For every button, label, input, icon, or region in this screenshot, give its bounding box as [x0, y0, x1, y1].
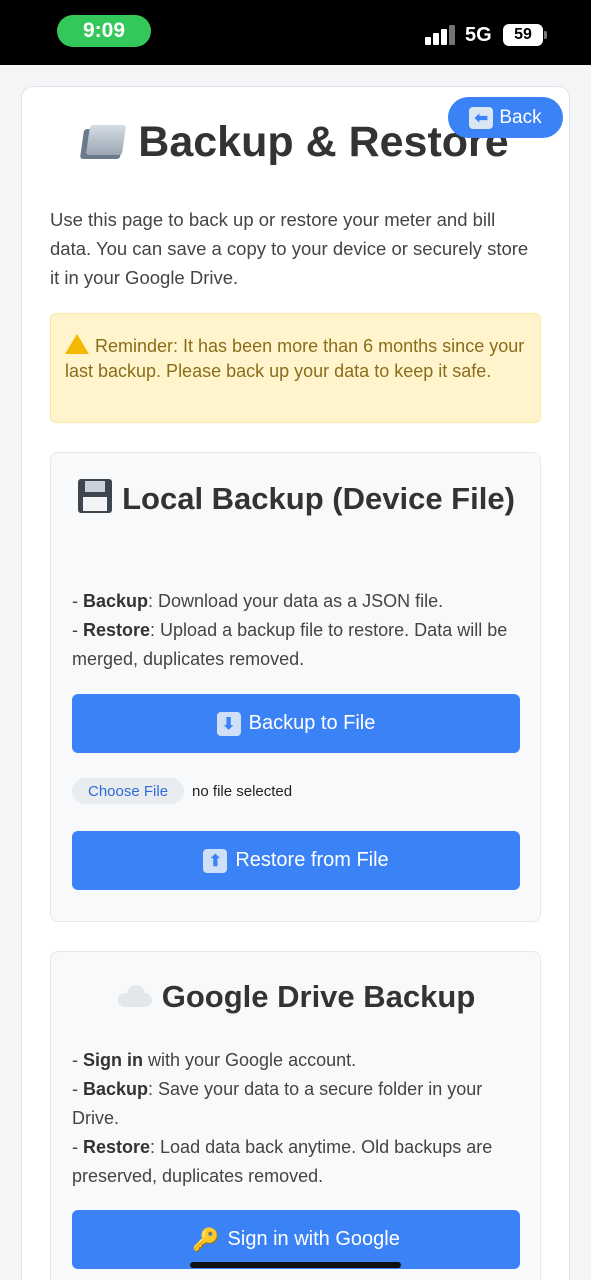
home-indicator[interactable] — [190, 1262, 401, 1268]
sign-in-google-label: Sign in with Google — [227, 1228, 400, 1250]
list-item-bold: Backup — [83, 1079, 149, 1099]
list-item: - Backup: Save your data to a secure fol… — [72, 1079, 483, 1128]
reminder-banner: Reminder: It has been more than 6 months… — [50, 313, 541, 423]
back-button[interactable]: ⬅ Back — [448, 97, 563, 138]
signal-icon — [425, 25, 457, 45]
restore-from-file-label: Restore from File — [235, 849, 389, 871]
list-item: - Backup: Download your data as a JSON f… — [72, 591, 444, 611]
reminder-text: Reminder: It has been more than 6 months… — [65, 336, 525, 381]
list-item-bold: Restore — [83, 1137, 151, 1157]
list-item: - Restore: Upload a backup file to resto… — [72, 620, 508, 669]
battery-tip — [544, 31, 547, 39]
clock-pill[interactable]: 9:09 — [57, 15, 151, 47]
list-item-bold: Sign in — [83, 1050, 143, 1070]
battery-icon: 59 — [503, 24, 543, 46]
list-item: - Sign in with your Google account. — [72, 1050, 357, 1070]
battery-level: 59 — [514, 26, 532, 43]
list-item-text: with your Google account. — [143, 1050, 357, 1070]
list-item-text: : Download your data as a JSON file. — [148, 591, 444, 611]
restore-from-file-button[interactable]: ⬆ Restore from File — [72, 831, 520, 890]
download-arrow-icon: ⬇ — [216, 711, 241, 736]
back-arrow-icon: ⬅ — [469, 106, 494, 129]
google-drive-title-text: Google Drive Backup — [161, 979, 476, 1014]
back-button-label: Back — [499, 106, 542, 128]
backup-to-file-button[interactable]: ⬇ Backup to File — [72, 694, 520, 753]
google-drive-section: Google Drive Backup - Sign in with your … — [50, 951, 541, 1280]
google-drive-title: Google Drive Backup — [71, 975, 522, 1019]
local-backup-title: Local Backup (Device File) — [71, 477, 522, 521]
local-backup-description: - Backup: Download your data as a JSON f… — [72, 587, 527, 674]
status-bar: 9:09 5G 59 — [0, 0, 591, 65]
intro-text: Use this page to back up or restore your… — [50, 209, 529, 288]
file-status: no file selected — [192, 782, 293, 800]
folder-icon — [82, 125, 126, 161]
clock-time: 9:09 — [82, 19, 126, 42]
warning-icon — [65, 334, 89, 354]
list-item-bold: Backup — [83, 591, 149, 611]
google-drive-description: - Sign in with your Google account. - Ba… — [72, 1046, 527, 1191]
list-item-bold: Restore — [83, 620, 151, 640]
key-icon: 🔑 — [192, 1226, 220, 1252]
network-type: 5G — [465, 24, 492, 46]
sign-in-google-button[interactable]: 🔑 Sign in with Google — [72, 1210, 520, 1269]
upload-arrow-icon: ⬆ — [203, 848, 228, 873]
list-item: - Restore: Load data back anytime. Old b… — [72, 1137, 493, 1186]
local-backup-section: Local Backup (Device File) - Backup: Dow… — [50, 452, 541, 922]
local-backup-title-text: Local Backup (Device File) — [122, 481, 515, 516]
choose-file-button[interactable]: Choose File — [72, 778, 185, 804]
floppy-disk-icon — [78, 479, 113, 513]
cloud-icon — [117, 985, 152, 1007]
backup-to-file-label: Backup to File — [248, 712, 376, 734]
file-input: Choose File no file selected — [72, 778, 292, 804]
